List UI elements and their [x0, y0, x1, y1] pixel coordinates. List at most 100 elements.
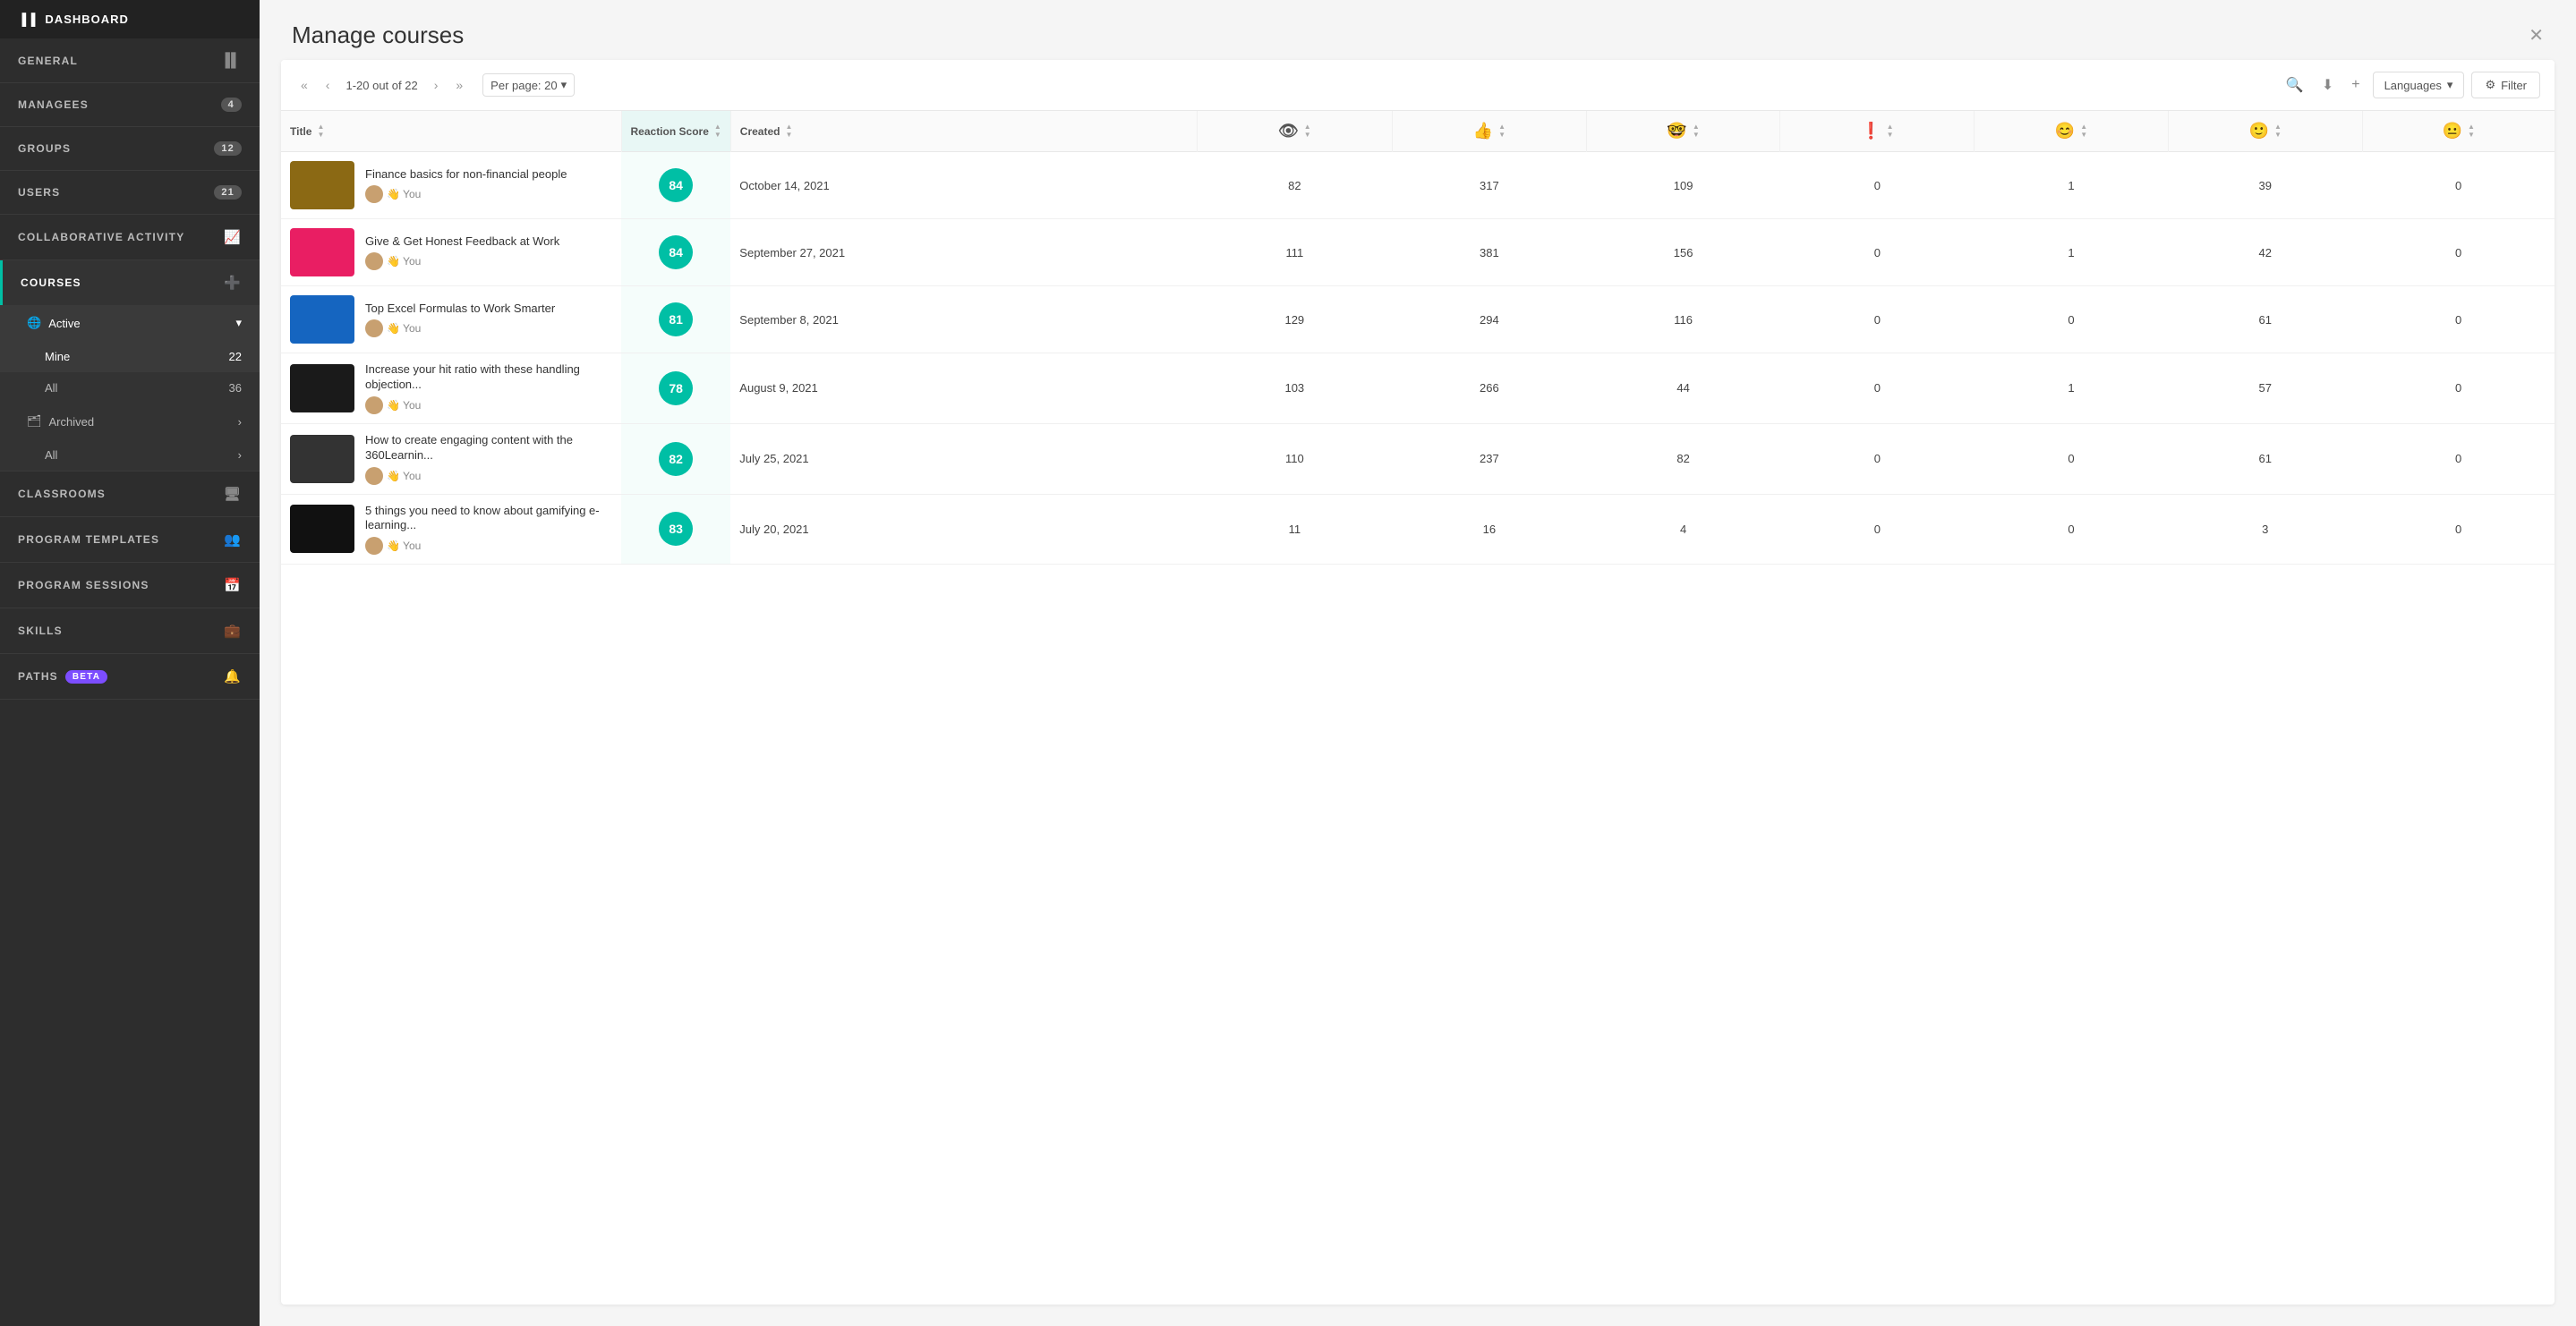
likes-cell: 266 — [1393, 353, 1587, 424]
smile-sort[interactable]: ▲▼ — [2274, 123, 2282, 139]
sidebar-item-groups[interactable]: GROUPS 12 — [0, 127, 260, 170]
title-sort[interactable]: ▲▼ — [317, 123, 324, 139]
download-button[interactable]: ⬇ — [2316, 71, 2339, 99]
courses-archived-all-item[interactable]: All › — [0, 439, 260, 471]
courses-all-label: All — [45, 381, 57, 395]
happy-cell: 0 — [1975, 423, 2169, 494]
sidebar-item-collaborative[interactable]: COLLABORATIVE ACTIVITY 📈 — [0, 215, 260, 259]
courses-mine-badge: 22 — [229, 350, 242, 363]
languages-dropdown[interactable]: Languages ▾ — [2373, 72, 2465, 98]
th-neutral[interactable]: 😐 ▲▼ — [2362, 111, 2555, 152]
exclaim-cell: 0 — [1780, 286, 1975, 353]
curious-cell: 82 — [1586, 423, 1780, 494]
next-page-button[interactable]: › — [429, 74, 444, 96]
likes-sort[interactable]: ▲▼ — [1498, 123, 1506, 139]
happy-cell: 0 — [1975, 286, 2169, 353]
sidebar-section-classrooms: CLASSROOMS 🖥 — [0, 472, 260, 517]
sidebar-item-general[interactable]: GENERAL ▐▌ — [0, 38, 260, 82]
exclaim-icon: ❗ — [1861, 122, 1881, 140]
sidebar-item-courses[interactable]: COURSES ➕ — [0, 260, 260, 305]
curious-sort[interactable]: ▲▼ — [1693, 123, 1700, 139]
program-sessions-label: PROGRAM SESSIONS — [18, 579, 149, 591]
created-cell: October 14, 2021 — [730, 152, 1197, 219]
th-created[interactable]: Created ▲▼ — [730, 111, 1197, 152]
prev-page-button[interactable]: ‹ — [320, 74, 336, 96]
exclaim-cell: 0 — [1780, 152, 1975, 219]
bell-icon: 🔔 — [224, 668, 242, 684]
happy-icon: 😊 — [2055, 122, 2075, 140]
table-row[interactable]: Top Excel Formulas to Work Smarter 👋 You… — [281, 286, 2555, 353]
likes-cell: 317 — [1393, 152, 1587, 219]
toolbar: « ‹ 1-20 out of 22 › » Per page: 20 ▾ 🔍 … — [281, 60, 2555, 111]
collaborative-label: COLLABORATIVE ACTIVITY — [18, 231, 184, 243]
exclaim-sort[interactable]: ▲▼ — [1887, 123, 1894, 139]
search-button[interactable]: 🔍 — [2281, 71, 2309, 99]
last-page-button[interactable]: » — [450, 74, 468, 96]
courses-label: COURSES — [21, 276, 81, 289]
table-row[interactable]: How to create engaging content with the … — [281, 423, 2555, 494]
trending-icon: 📈 — [224, 229, 242, 245]
briefcase-icon: 💼 — [224, 623, 242, 639]
sidebar-item-paths[interactable]: PATHS Beta 🔔 — [0, 654, 260, 699]
reaction-sort[interactable]: ▲▼ — [714, 123, 721, 139]
th-reaction-score[interactable]: Reaction Score ▲▼ — [621, 111, 730, 152]
likes-cell: 237 — [1393, 423, 1587, 494]
first-page-button[interactable]: « — [295, 74, 313, 96]
score-badge: 84 — [659, 168, 693, 202]
views-cell: 111 — [1197, 219, 1392, 286]
filter-icon: ⚙ — [2485, 78, 2495, 92]
per-page-select[interactable]: Per page: 20 ▾ — [482, 73, 575, 97]
sidebar-item-classrooms[interactable]: CLASSROOMS 🖥 — [0, 472, 260, 516]
th-exclaim[interactable]: ❗ ▲▼ — [1780, 111, 1975, 152]
th-views[interactable]: 👁 ▲▼ — [1197, 111, 1392, 152]
score-badge: 83 — [659, 512, 693, 546]
courses-mine-item[interactable]: Mine 22 — [0, 341, 260, 372]
sidebar-item-managees[interactable]: MANAGEES 4 — [0, 83, 260, 126]
exclaim-cell: 0 — [1780, 353, 1975, 424]
likes-cell: 294 — [1393, 286, 1587, 353]
table-row[interactable]: Give & Get Honest Feedback at Work 👋 You… — [281, 219, 2555, 286]
courses-all-item[interactable]: All 36 — [0, 372, 260, 404]
sidebar-item-program-templates[interactable]: PROGRAM TEMPLATES 👥 — [0, 517, 260, 562]
th-happy[interactable]: 😊 ▲▼ — [1975, 111, 2169, 152]
table-row[interactable]: 5 things you need to know about gamifyin… — [281, 494, 2555, 565]
exclaim-cell: 0 — [1780, 219, 1975, 286]
neutral-sort[interactable]: ▲▼ — [2468, 123, 2475, 139]
sidebar-header: ▐▐ DASHBOARD — [0, 0, 260, 38]
happy-cell: 1 — [1975, 353, 2169, 424]
sidebar-item-users[interactable]: USERS 21 — [0, 171, 260, 214]
filter-button[interactable]: ⚙ Filter — [2471, 72, 2540, 98]
languages-chevron: ▾ — [2447, 78, 2453, 92]
th-likes[interactable]: 👍 ▲▼ — [1393, 111, 1587, 152]
dashboard-icon: ▐▐ — [18, 13, 36, 26]
sidebar-section-managees: MANAGEES 4 — [0, 83, 260, 127]
close-button[interactable]: ✕ — [2529, 24, 2544, 47]
reaction-score-cell: 78 — [621, 353, 730, 424]
created-cell: July 25, 2021 — [730, 423, 1197, 494]
add-button[interactable]: + — [2346, 72, 2365, 98]
reaction-score-col-label: Reaction Score — [631, 125, 709, 138]
neutral-cell: 0 — [2362, 286, 2555, 353]
th-curious[interactable]: 🤓 ▲▼ — [1586, 111, 1780, 152]
table-row[interactable]: Finance basics for non-financial people … — [281, 152, 2555, 219]
courses-active-label: Active — [48, 317, 80, 330]
courses-active-item[interactable]: 🌐 Active ▾ — [0, 305, 260, 341]
courses-all-badge: 36 — [229, 381, 242, 395]
curious-cell: 4 — [1586, 494, 1780, 565]
bar-chart-icon: ▐▌ — [220, 53, 242, 68]
neutral-cell: 0 — [2362, 219, 2555, 286]
sidebar-item-program-sessions[interactable]: PROGRAM SESSIONS 📅 — [0, 563, 260, 608]
views-sort[interactable]: ▲▼ — [1304, 123, 1311, 139]
views-cell: 11 — [1197, 494, 1392, 565]
created-sort[interactable]: ▲▼ — [785, 123, 792, 139]
table-row[interactable]: Increase your hit ratio with these handl… — [281, 353, 2555, 424]
sidebar-section-program-sessions: PROGRAM SESSIONS 📅 — [0, 563, 260, 608]
th-smile[interactable]: 🙂 ▲▼ — [2168, 111, 2362, 152]
created-cell: July 20, 2021 — [730, 494, 1197, 565]
smile-cell: 42 — [2168, 219, 2362, 286]
courses-archived-item[interactable]: 🗂 Archived › — [0, 404, 260, 439]
th-title[interactable]: Title ▲▼ — [281, 111, 621, 152]
happy-sort[interactable]: ▲▼ — [2080, 123, 2087, 139]
neutral-cell: 0 — [2362, 494, 2555, 565]
sidebar-item-skills[interactable]: SKILLS 💼 — [0, 608, 260, 653]
